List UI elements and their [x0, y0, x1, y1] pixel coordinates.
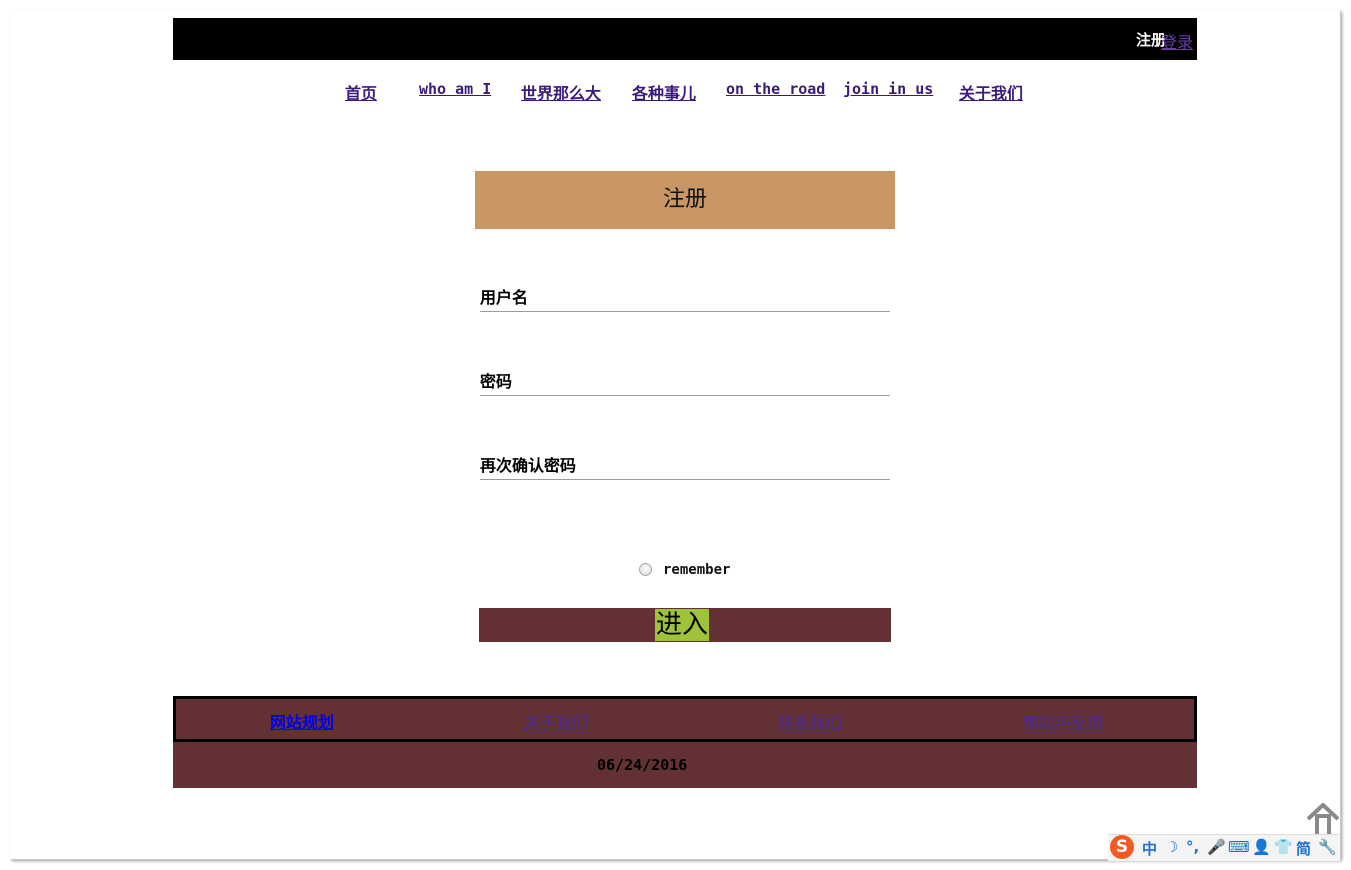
- nav-world[interactable]: 世界那么大: [521, 80, 601, 104]
- footer-date: 06/24/2016: [597, 756, 688, 774]
- ime-toolbar: S 中 ☽ °, 🎤 ⌨ 👤 👕 简 🔧: [1108, 834, 1340, 861]
- password-label: 密码: [480, 372, 513, 391]
- moon-icon[interactable]: ☽: [1165, 838, 1178, 856]
- simplified-icon[interactable]: 简: [1296, 838, 1311, 859]
- footer-links: 网站规划 关于我们 联系我们 帮助与反馈: [173, 696, 1197, 742]
- submit-bar: 进入: [479, 608, 891, 642]
- main-nav: 首页 who am I 世界那么大 各种事儿 on the road join …: [0, 80, 1351, 104]
- microphone-icon[interactable]: 🎤: [1207, 838, 1226, 856]
- footer-link-contact-us[interactable]: 联系我们: [778, 709, 842, 733]
- username-field[interactable]: 用户名: [480, 279, 890, 312]
- confirm-password-field[interactable]: 再次确认密码: [480, 447, 890, 480]
- nav-who-am-i[interactable]: who am I: [419, 80, 491, 98]
- login-link[interactable]: 登录: [1161, 29, 1193, 53]
- password-field[interactable]: 密码: [480, 363, 890, 396]
- nav-on-the-road[interactable]: on the road: [726, 80, 825, 98]
- punctuation-icon[interactable]: °,: [1186, 838, 1199, 856]
- nav-things[interactable]: 各种事儿: [632, 80, 696, 104]
- confirm-password-label: 再次确认密码: [480, 456, 577, 475]
- footer-link-help-feedback[interactable]: 帮助与反馈: [1023, 709, 1103, 733]
- footer-link-about-us[interactable]: 关于我们: [524, 709, 588, 733]
- footer-link-site-plan[interactable]: 网站规划: [270, 709, 334, 733]
- shirt-icon[interactable]: 👕: [1274, 838, 1293, 856]
- remember-label: remember: [663, 562, 731, 578]
- remember-radio[interactable]: [639, 563, 652, 576]
- form-title: 注册: [475, 171, 895, 229]
- nav-home[interactable]: 首页: [345, 80, 377, 104]
- footer: 网站规划 关于我们 联系我们 帮助与反馈 06/24/2016: [173, 696, 1197, 788]
- nav-about-us[interactable]: 关于我们: [959, 80, 1023, 104]
- sogou-logo-icon[interactable]: S: [1110, 835, 1134, 859]
- chinese-mode-icon[interactable]: 中: [1142, 838, 1157, 859]
- scroll-to-top-icon[interactable]: [1305, 802, 1341, 836]
- submit-button[interactable]: 进入: [655, 609, 710, 641]
- keyboard-icon[interactable]: ⌨: [1228, 838, 1250, 856]
- username-label: 用户名: [480, 288, 529, 307]
- top-bar: 注册 登录: [173, 18, 1197, 60]
- nav-join-in-us[interactable]: join in us: [843, 80, 933, 98]
- user-icon[interactable]: 👤: [1252, 838, 1271, 856]
- wrench-icon[interactable]: 🔧: [1318, 838, 1337, 856]
